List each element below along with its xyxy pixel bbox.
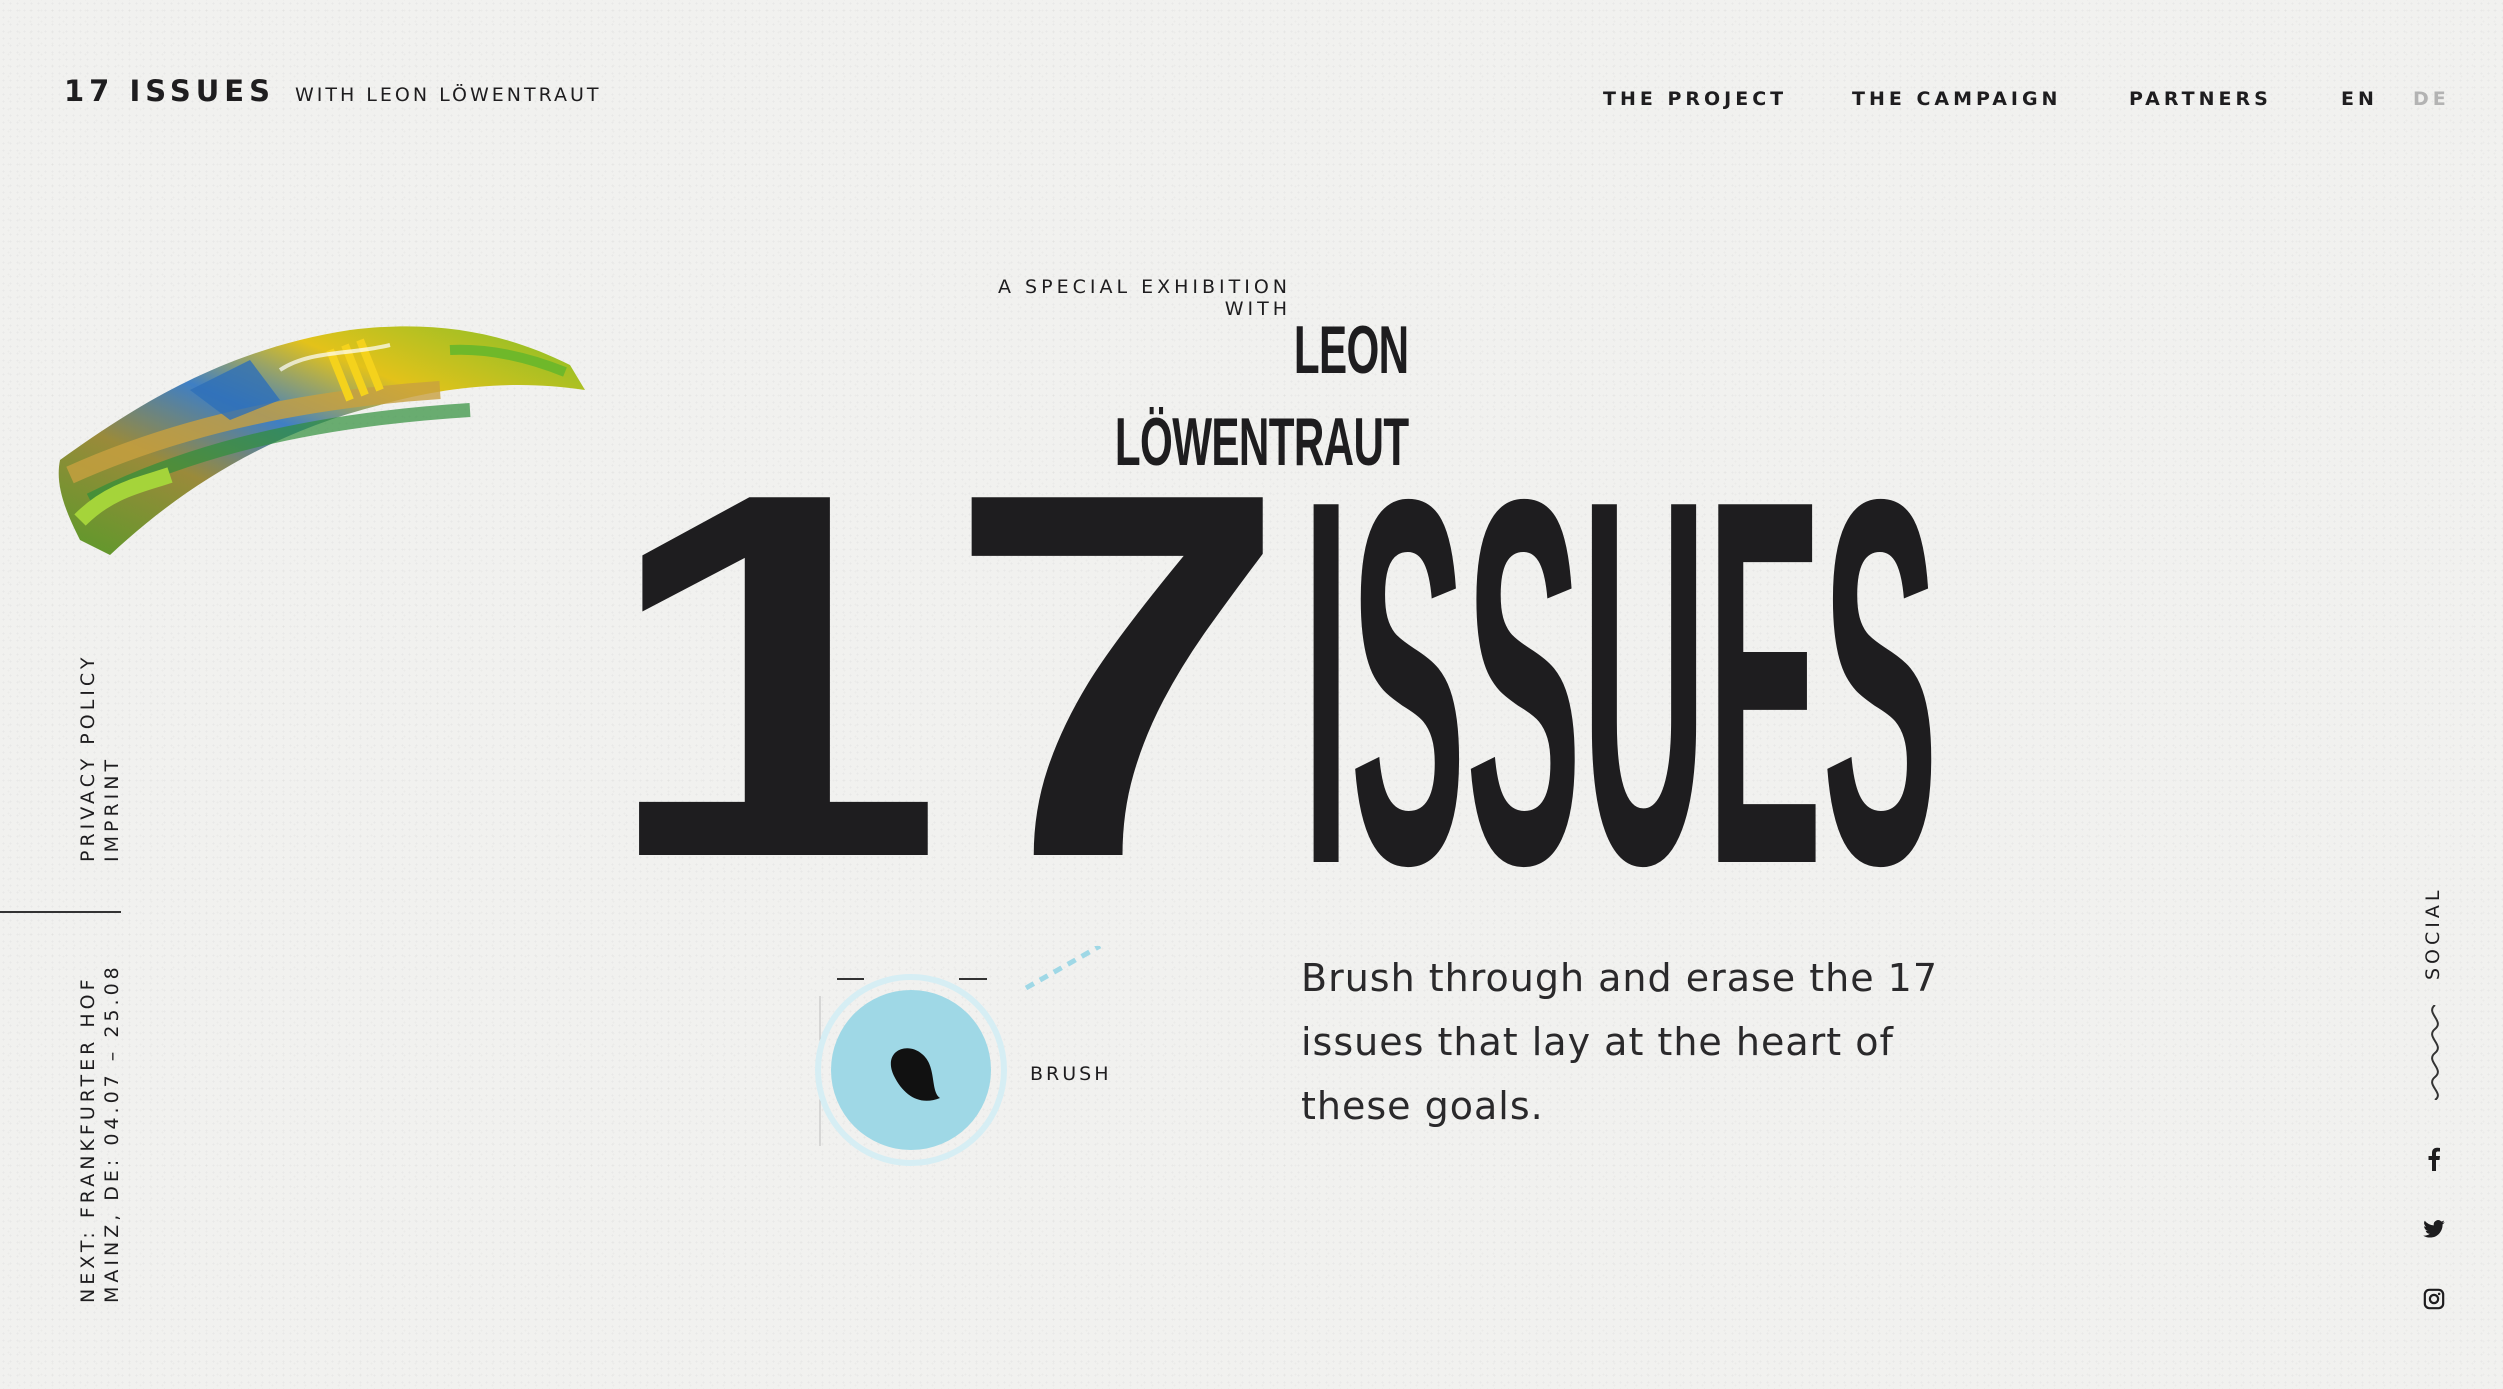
hero-title-number: 17 [600,470,1290,870]
instagram-icon[interactable] [2421,1286,2447,1312]
next-venue-dates: MAINZ, DE: 04.07 – 25.08 [101,963,123,1303]
hero-title: 17 ISSUES [600,470,1938,870]
artist-name: LEON LÖWENTRAUT [935,304,1409,488]
lang-de[interactable]: DE [2413,88,2450,110]
logo-subtitle: WITH LEON LÖWENTRAUT [294,84,602,106]
twitter-icon[interactable] [2421,1216,2447,1242]
hero-description: Brush through and erase the 17 issues th… [1301,956,1939,1128]
privacy-policy-link[interactable]: PRIVACY POLICY [76,654,100,862]
site-logo[interactable]: 17 ISSUES WITH LEON LÖWENTRAUT [64,74,602,108]
artist-name-text: LEON LÖWENTRAUT [1114,312,1409,480]
divider [0,911,121,913]
nav-the-campaign[interactable]: THE CAMPAIGN [1852,88,2061,110]
wavy-line-icon [2431,1005,2439,1100]
brush-tool-button[interactable] [812,946,1192,1176]
next-venue: NEXT: FRANKFURTER HOF [77,975,99,1303]
imprint-link[interactable]: IMPRINT [100,756,124,862]
lang-en[interactable]: EN [2341,88,2378,110]
nav-partners[interactable]: PARTNERS [2129,88,2272,110]
nav-the-project[interactable]: THE PROJECT [1603,88,1787,110]
social-label: SOCIAL [2422,886,2444,980]
hero-title-word: ISSUES [1302,470,1938,870]
brush-label: BRUSH [1030,1063,1112,1085]
painted-brush-stroke-image [58,326,586,555]
logo-title: 17 ISSUES [64,74,275,108]
facebook-icon[interactable] [2421,1146,2447,1172]
